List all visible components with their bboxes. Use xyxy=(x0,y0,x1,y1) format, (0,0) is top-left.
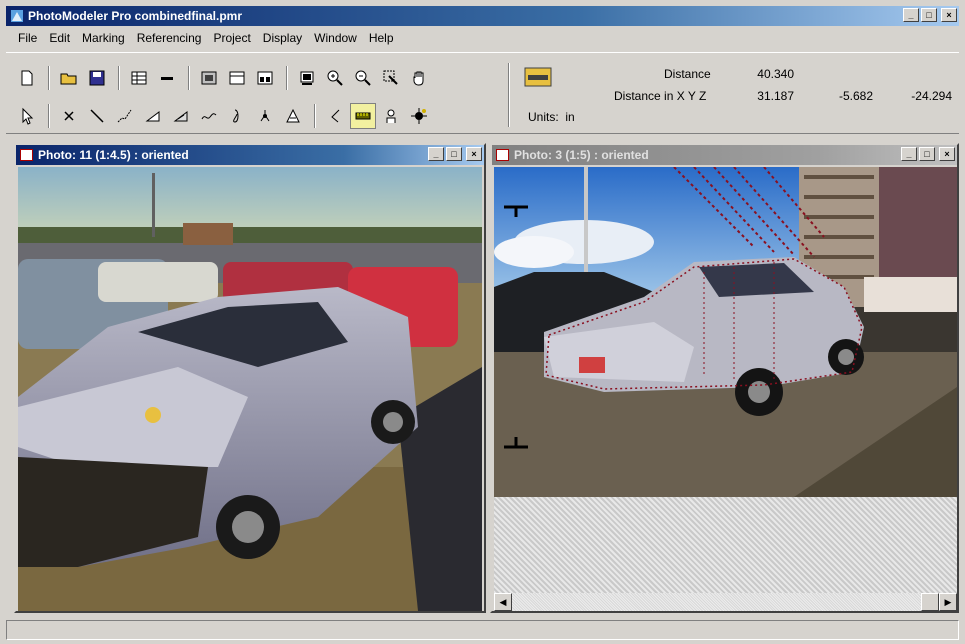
photo-view-icon[interactable] xyxy=(196,65,222,91)
menu-referencing[interactable]: Referencing xyxy=(131,31,208,45)
document-icon xyxy=(496,149,509,161)
pointer-icon[interactable] xyxy=(14,103,40,129)
photo-window-11-title: Photo: 11 (1:4.5) : oriented xyxy=(38,148,189,162)
distance-y-value: -5.682 xyxy=(838,89,873,103)
menu-edit[interactable]: Edit xyxy=(43,31,76,45)
new-file-icon[interactable] xyxy=(14,65,40,91)
distance-label: Distance xyxy=(664,67,711,81)
point-mark-icon[interactable] xyxy=(56,103,82,129)
hand-marker-icon[interactable] xyxy=(378,103,404,129)
app-icon xyxy=(11,10,23,22)
distance-xyz-label: Distance in X Y Z xyxy=(614,89,707,103)
line-mark-icon[interactable] xyxy=(84,103,110,129)
menu-project[interactable]: Project xyxy=(207,31,256,45)
app-titlebar[interactable]: PhotoModeler Pro combinedfinal.pmr _ □ × xyxy=(6,6,959,26)
surface-draw-icon[interactable] xyxy=(168,103,194,129)
photo-11-minimize-button[interactable]: _ xyxy=(428,147,444,161)
cylinder-icon[interactable] xyxy=(224,103,250,129)
surface-icon[interactable] xyxy=(140,103,166,129)
units-label: Units: in xyxy=(528,110,575,124)
menu-file[interactable]: File xyxy=(12,31,43,45)
car-photo-marked xyxy=(494,167,957,497)
scroll-thumb[interactable] xyxy=(921,593,939,611)
target-triangle-icon[interactable] xyxy=(280,103,306,129)
distance-z-value: -24.294 xyxy=(911,89,952,103)
measure-icon[interactable] xyxy=(350,103,376,129)
zoom-out-icon[interactable] xyxy=(350,65,376,91)
menu-bar: File Edit Marking Referencing Project Di… xyxy=(6,28,959,48)
toolbar-separator xyxy=(48,66,50,90)
photo-11-close-button[interactable]: × xyxy=(466,147,482,161)
photo-3-close-button[interactable]: × xyxy=(939,147,955,161)
maximize-button[interactable]: □ xyxy=(921,8,937,22)
menu-display[interactable]: Display xyxy=(257,31,308,45)
photo-window-11[interactable]: Photo: 11 (1:4.5) : oriented _ □ × xyxy=(14,143,486,613)
toolbar-separator xyxy=(314,104,316,128)
photo-3-maximize-button[interactable]: □ xyxy=(919,147,935,161)
curve-mark-icon[interactable] xyxy=(112,103,138,129)
toolbar-separator xyxy=(188,66,190,90)
toolbar-divider xyxy=(508,63,510,127)
units-icon[interactable] xyxy=(524,67,552,87)
toolbar-area: Units: in Distance 40.340 Distance in X … xyxy=(6,52,959,134)
open-folder-icon[interactable] xyxy=(56,65,82,91)
menu-marking[interactable]: Marking xyxy=(76,31,131,45)
zoom-rect-icon[interactable] xyxy=(378,65,404,91)
damaged-car-photo xyxy=(18,167,482,611)
photo-3-canvas[interactable] xyxy=(494,167,957,593)
toolbar-separator xyxy=(48,104,50,128)
menu-window[interactable]: Window xyxy=(308,31,363,45)
toolbar-separator xyxy=(118,66,120,90)
document-icon xyxy=(20,149,33,161)
table-icon[interactable] xyxy=(126,65,152,91)
mdi-workspace: Photo: 11 (1:4.5) : oriented _ □ × Photo… xyxy=(10,140,959,616)
edge-icon[interactable] xyxy=(196,103,222,129)
photo-11-canvas[interactable] xyxy=(18,167,482,611)
status-bar xyxy=(6,620,959,640)
toolbar-separator xyxy=(286,66,288,90)
layout-icon[interactable] xyxy=(252,65,278,91)
photo-window-3-title: Photo: 3 (1:5) : oriented xyxy=(514,148,649,162)
auto-mark-icon[interactable] xyxy=(406,103,432,129)
photo-window-11-titlebar[interactable]: Photo: 11 (1:4.5) : oriented _ □ × xyxy=(16,145,484,165)
photo-window-3-titlebar[interactable]: Photo: 3 (1:5) : oriented _ □ × xyxy=(492,145,957,165)
line-icon[interactable] xyxy=(154,65,180,91)
pan-hand-icon[interactable] xyxy=(406,65,432,91)
scroll-right-arrow-icon[interactable]: ▶ xyxy=(939,593,957,611)
target-icon[interactable] xyxy=(252,103,278,129)
photo-3-minimize-button[interactable]: _ xyxy=(901,147,917,161)
photo-window-3[interactable]: Photo: 3 (1:5) : oriented _ □ × ◀ ▶ xyxy=(490,143,959,613)
reference-icon[interactable] xyxy=(322,103,348,129)
menu-help[interactable]: Help xyxy=(363,31,400,45)
zoom-in-icon[interactable] xyxy=(322,65,348,91)
photo-3-horizontal-scrollbar[interactable]: ◀ ▶ xyxy=(494,593,957,611)
toolbar-row-1 xyxy=(14,65,434,91)
fit-icon[interactable] xyxy=(294,65,320,91)
units-value: in xyxy=(565,110,575,124)
save-icon[interactable] xyxy=(84,65,110,91)
photo-11-maximize-button[interactable]: □ xyxy=(446,147,462,161)
app-title: PhotoModeler Pro combinedfinal.pmr xyxy=(28,9,243,23)
scroll-left-arrow-icon[interactable]: ◀ xyxy=(494,593,512,611)
minimize-button[interactable]: _ xyxy=(903,8,919,22)
distance-x-value: 31.187 xyxy=(757,89,794,103)
toolbar-row-2 xyxy=(14,103,434,129)
distance-value: 40.340 xyxy=(757,67,794,81)
close-button[interactable]: × xyxy=(941,8,957,22)
3d-view-icon[interactable] xyxy=(224,65,250,91)
